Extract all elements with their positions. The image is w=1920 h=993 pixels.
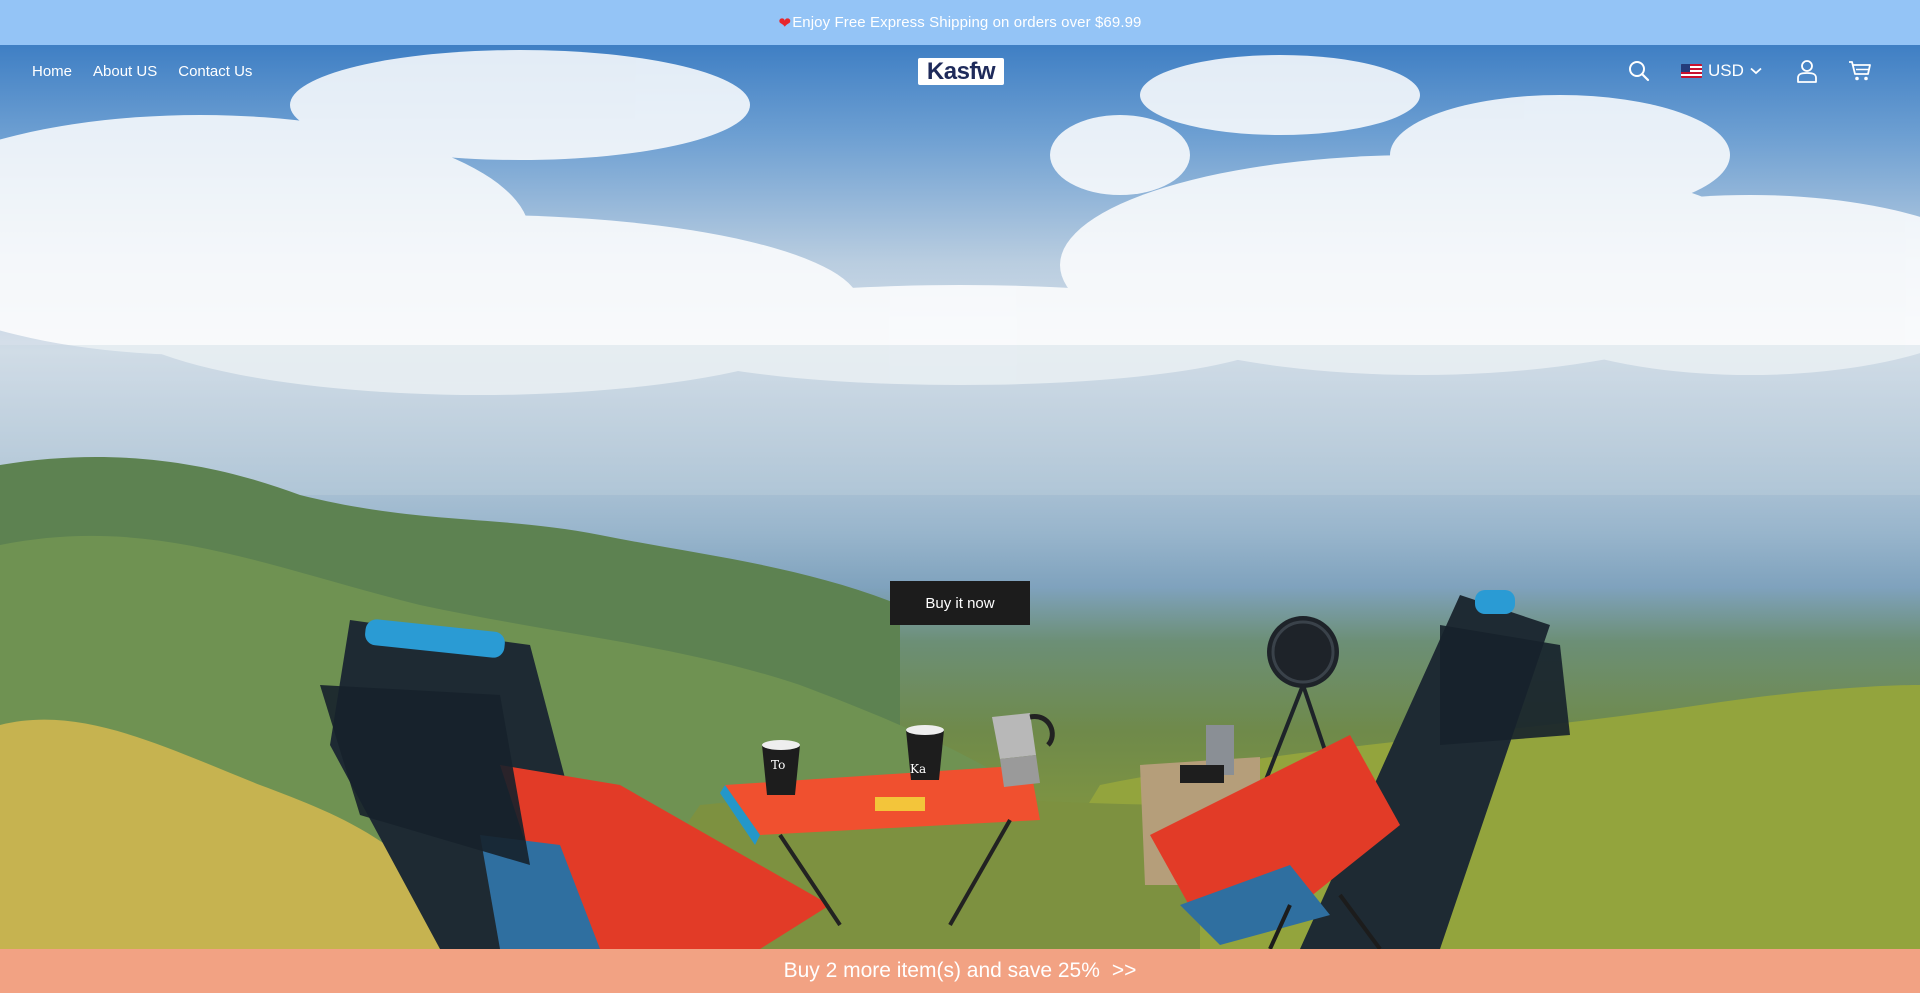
cart-icon bbox=[1849, 61, 1871, 81]
search-icon bbox=[1629, 61, 1650, 82]
promo-bar[interactable]: Buy 2 more item(s) and save 25% >> bbox=[0, 949, 1920, 993]
promo-text: Buy 2 more item(s) and save 25% bbox=[783, 959, 1100, 982]
hero-image: To Ka bbox=[0, 50, 1920, 949]
chevron-down-icon bbox=[1750, 67, 1762, 75]
currency-code: USD bbox=[1708, 61, 1744, 80]
nav-contact-link[interactable]: Contact Us bbox=[178, 63, 252, 80]
search-button[interactable] bbox=[1625, 58, 1653, 84]
logo-text: Kasfw bbox=[926, 57, 996, 85]
hero-banner: To Ka bbox=[0, 45, 1920, 949]
nav-about-link[interactable]: About US bbox=[93, 63, 157, 80]
site-logo[interactable]: Kasfw bbox=[918, 58, 1004, 85]
buy-it-now-button[interactable]: Buy it now bbox=[890, 581, 1030, 625]
svg-text:Ka: Ka bbox=[910, 762, 926, 776]
announcement-text: Enjoy Free Express Shipping on orders ov… bbox=[792, 14, 1142, 31]
us-flag-icon bbox=[1681, 64, 1702, 78]
cart-button[interactable] bbox=[1846, 58, 1874, 84]
account-icon bbox=[1797, 60, 1817, 83]
svg-text:To: To bbox=[771, 758, 785, 772]
main-nav: Home About US Contact Us bbox=[32, 63, 252, 80]
account-button[interactable] bbox=[1794, 57, 1820, 85]
heart-icon: ❤ bbox=[778, 14, 792, 32]
currency-selector[interactable]: USD bbox=[1681, 60, 1762, 82]
promo-arrow: >> bbox=[1111, 959, 1137, 982]
nav-home-link[interactable]: Home bbox=[32, 63, 72, 80]
announcement-bar: ❤ Enjoy Free Express Shipping on orders … bbox=[0, 0, 1920, 45]
